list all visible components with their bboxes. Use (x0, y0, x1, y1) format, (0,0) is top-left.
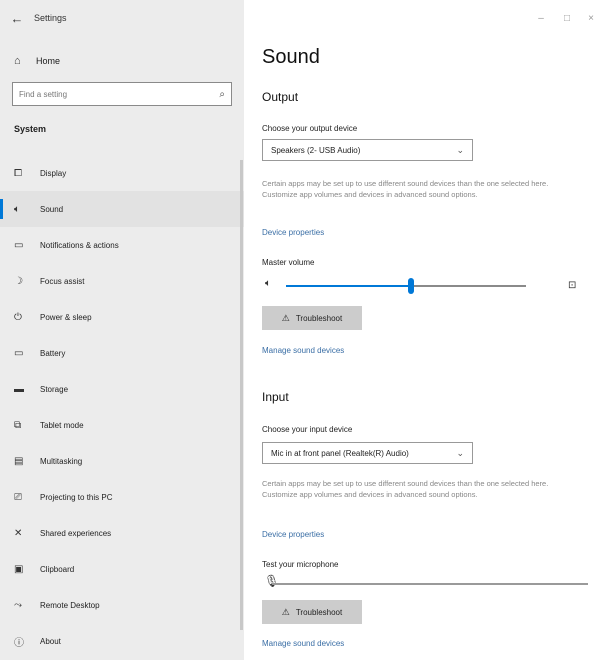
home-icon: ⌂ (14, 55, 21, 67)
sidebar-item-tablet-mode[interactable]: ⧉ Tablet mode (0, 407, 244, 443)
input-troubleshoot-label: Troubleshoot (295, 607, 343, 617)
display-icon: ⧠ (14, 167, 22, 179)
sidebar-item-clipboard[interactable]: ▣ Clipboard (0, 551, 244, 587)
sidebar-item-storage[interactable]: ▬ Storage (0, 371, 244, 407)
output-manage-devices-link[interactable]: Manage sound devices (262, 346, 344, 355)
home-label: Home (36, 56, 61, 66)
sidebar-item-battery[interactable]: ▭ Battery (0, 335, 244, 371)
sidebar-item-notifications-actions[interactable]: ▭ Notifications & actions (0, 227, 244, 263)
title-bar: ← Settings (0, 0, 244, 36)
microphone-level-meter (272, 583, 588, 585)
projecting-icon: ⎚ (14, 491, 22, 503)
sidebar-item-label: Focus assist (40, 276, 85, 286)
output-device-dropdown[interactable]: Speakers (2- USB Audio) ⌄ (262, 139, 473, 161)
sidebar-item-label: About (40, 636, 61, 646)
volume-track[interactable] (286, 278, 526, 294)
close-button[interactable]: × (578, 8, 603, 28)
chevron-down-icon: ⌄ (456, 447, 464, 458)
input-manage-devices-link[interactable]: Manage sound devices (262, 639, 344, 648)
input-device-dropdown[interactable]: Mic in at front panel (Realtek(R) Audio)… (262, 442, 473, 464)
sidebar-item-sound[interactable]: 🔈︎ Sound (0, 191, 244, 227)
sidebar-item-focus-assist[interactable]: ☽ Focus assist (0, 263, 244, 299)
volume-fill (286, 285, 411, 287)
input-description: Certain apps may be set up to use differ… (262, 479, 549, 499)
sidebar-item-label: Battery (40, 348, 66, 358)
output-troubleshoot-button[interactable]: ⚠ Troubleshoot (262, 306, 362, 330)
sidebar-item-display[interactable]: ⧠ Display (0, 155, 244, 191)
sidebar-item-label: Power & sleep (40, 312, 92, 322)
remote-icon: ⤳ (14, 599, 22, 611)
back-arrow-icon[interactable]: ← (0, 0, 34, 36)
input-device-value: Mic in at front panel (Realtek(R) Audio) (271, 448, 409, 458)
output-troubleshoot-label: Troubleshoot (295, 313, 343, 323)
power-icon: ⏻ (14, 311, 22, 323)
input-troubleshoot-button[interactable]: ⚠ Troubleshoot (262, 600, 362, 624)
output-heading: Output (262, 90, 299, 104)
volume-icon[interactable]: 🔈︎ (265, 278, 271, 289)
warning-icon: ⚠ (281, 606, 290, 617)
search-input[interactable]: Find a setting (19, 90, 219, 99)
volume-thumb[interactable] (407, 278, 414, 294)
sidebar-item-multitasking[interactable]: ▤ Multitasking (0, 443, 244, 479)
shared-icon: ✕ (14, 527, 23, 539)
sidebar-item-label: Storage (40, 384, 69, 394)
microphone-icon: 🎙︎ (264, 574, 280, 588)
sidebar-item-about[interactable]: ⓘ About (0, 623, 244, 659)
info-icon: ⓘ (14, 637, 24, 649)
master-volume-slider[interactable] (286, 278, 526, 294)
sidebar-item-label: Tablet mode (40, 420, 84, 430)
sidebar-item-label: Display (40, 168, 67, 178)
battery-icon: ▭ (14, 347, 24, 359)
app-title: Settings (34, 13, 67, 23)
home-nav-item[interactable]: ⌂ Home (0, 46, 244, 76)
storage-icon: ▬ (14, 383, 24, 395)
sidebar-item-label: Notifications & actions (40, 240, 119, 250)
sidebar: ← Settings ⌂ Home Find a setting ⌕ Syste… (0, 0, 244, 660)
search-icon[interactable]: ⌕ (219, 89, 225, 100)
input-device-label: Choose your input device (262, 425, 353, 434)
output-device-properties-link[interactable]: Device properties (262, 228, 324, 237)
maximize-button[interactable]: □ (554, 8, 580, 28)
search-box[interactable]: Find a setting ⌕ (12, 82, 232, 106)
tablet-icon: ⧉ (14, 419, 22, 431)
spatial-sound-icon[interactable]: ⊡ (568, 280, 576, 291)
output-device-value: Speakers (2- USB Audio) (271, 145, 361, 155)
minimize-button[interactable]: – (528, 8, 554, 28)
sidebar-nav: ⧠ Display 🔈︎ Sound ▭ Notifications & actions ☽… (0, 155, 244, 659)
moon-icon: ☽ (14, 275, 23, 287)
sidebar-item-label: Sound (40, 204, 64, 214)
output-device-label: Choose your output device (262, 124, 358, 133)
clipboard-icon: ▣ (14, 563, 24, 575)
sidebar-item-label: Clipboard (40, 564, 75, 574)
speaker-icon: 🔈︎ (14, 203, 20, 215)
sidebar-scrollbar[interactable] (240, 160, 243, 630)
notifications-icon: ▭ (14, 239, 24, 251)
sidebar-item-shared-experiences[interactable]: ✕ Shared experiences (0, 515, 244, 551)
page-title: Sound (262, 46, 320, 68)
chevron-down-icon: ⌄ (456, 144, 464, 155)
section-label: System (14, 124, 47, 134)
sidebar-item-label: Multitasking (40, 456, 83, 466)
output-description: Certain apps may be set up to use differ… (262, 179, 549, 199)
warning-icon: ⚠ (281, 312, 290, 323)
input-heading: Input (262, 390, 289, 404)
sidebar-item-remote-desktop[interactable]: ⤳ Remote Desktop (0, 587, 244, 623)
input-device-properties-link[interactable]: Device properties (262, 530, 324, 539)
sidebar-item-label: Shared experiences (40, 528, 112, 538)
sidebar-item-label: Remote Desktop (40, 600, 100, 610)
multitasking-icon: ▤ (14, 455, 24, 467)
sidebar-item-label: Projecting to this PC (40, 492, 113, 502)
test-microphone-label: Test your microphone (262, 560, 339, 569)
sidebar-item-projecting-to-this-pc[interactable]: ⎚ Projecting to this PC (0, 479, 244, 515)
sidebar-item-power-sleep[interactable]: ⏻ Power & sleep (0, 299, 244, 335)
master-volume-label: Master volume (262, 258, 315, 267)
